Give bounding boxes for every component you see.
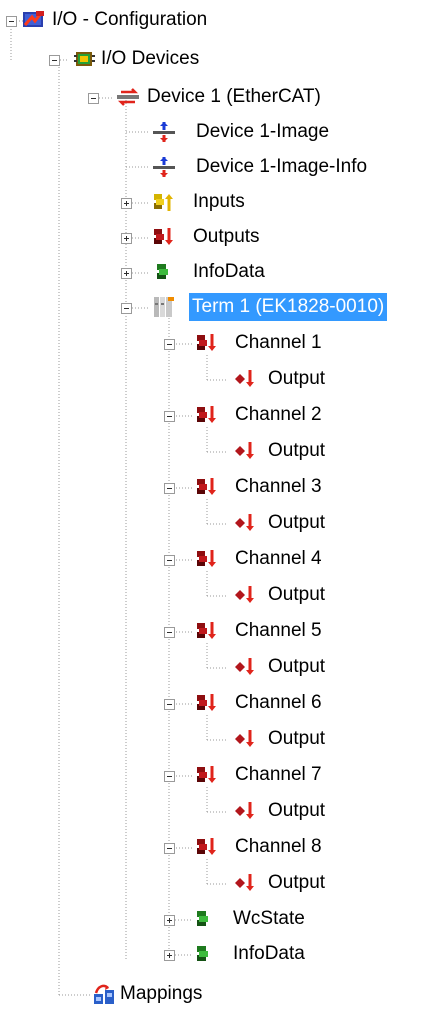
- io-configuration-icon: [22, 8, 46, 32]
- output-variable-icon: [233, 367, 257, 391]
- tree-item-label: Output: [268, 872, 326, 893]
- ethercat-device-icon: [116, 85, 140, 109]
- output-variable-icon: [233, 439, 257, 463]
- tree-item-label: Inputs: [193, 191, 245, 212]
- tree-item-label: Output: [268, 656, 326, 677]
- output-variable-icon: [233, 655, 257, 679]
- output-channel-icon: [195, 331, 219, 355]
- collapse-toggle[interactable]: [164, 627, 175, 638]
- tree-item-label: Output: [268, 368, 326, 389]
- output-variable-icon: [233, 871, 257, 895]
- expand-toggle[interactable]: [121, 268, 132, 279]
- collapse-toggle[interactable]: [6, 16, 17, 27]
- output-variable-icon: [233, 799, 257, 823]
- tree-item-label: Device 1-Image: [196, 121, 330, 142]
- io-configuration-tree: I/O - Configuration I/O Devices Device 1…: [0, 0, 426, 1010]
- tree-item-label: Output: [268, 440, 326, 461]
- collapse-toggle[interactable]: [164, 699, 175, 710]
- collapse-toggle[interactable]: [164, 339, 175, 350]
- output-variable-icon: [233, 583, 257, 607]
- collapse-toggle[interactable]: [88, 93, 99, 104]
- terminal-icon: [152, 295, 176, 319]
- output-channel-icon: [195, 691, 219, 715]
- output-variable-icon: [233, 727, 257, 751]
- output-channel-icon: [195, 403, 219, 427]
- mappings-icon: [92, 982, 116, 1006]
- expand-toggle[interactable]: [164, 915, 175, 926]
- infodata-icon: [152, 260, 176, 284]
- collapse-toggle[interactable]: [164, 411, 175, 422]
- inputs-icon: [152, 190, 176, 214]
- tree-item-label: Output: [268, 584, 326, 605]
- tree-item-label: Outputs: [193, 226, 260, 247]
- tree-item-label: Channel 3: [235, 476, 322, 497]
- tree-item-label: InfoData: [233, 943, 305, 964]
- tree-item-label: Channel 4: [235, 548, 322, 569]
- tree-item-label: InfoData: [193, 261, 265, 282]
- output-variable-icon: [233, 511, 257, 535]
- tree-item-label: Mappings: [120, 983, 203, 1004]
- process-image-icon: [152, 120, 176, 144]
- process-image-icon: [152, 155, 176, 179]
- output-channel-icon: [195, 763, 219, 787]
- output-channel-icon: [195, 619, 219, 643]
- output-channel-icon: [195, 547, 219, 571]
- tree-item-label: Term 1 (EK1828-0010): [189, 293, 388, 321]
- tree-item-label: Output: [268, 800, 326, 821]
- collapse-toggle[interactable]: [121, 303, 132, 314]
- tree-item-label: Device 1 (EtherCAT): [147, 86, 321, 107]
- infodata-icon: [192, 942, 216, 966]
- collapse-toggle[interactable]: [164, 843, 175, 854]
- tree-item-label: I/O Devices: [101, 48, 200, 69]
- tree-item-label: Device 1-Image-Info: [196, 156, 368, 177]
- tree-item-label: Channel 1: [235, 332, 322, 353]
- output-channel-icon: [195, 475, 219, 499]
- tree-item-label: Channel 2: [235, 404, 322, 425]
- collapse-toggle[interactable]: [164, 555, 175, 566]
- collapse-toggle[interactable]: [164, 483, 175, 494]
- outputs-icon: [152, 225, 176, 249]
- wcstate-icon: [192, 907, 216, 931]
- tree-item-label: Output: [268, 512, 326, 533]
- tree-item-label: Channel 8: [235, 836, 322, 857]
- tree-item-label: WcState: [233, 908, 305, 929]
- expand-toggle[interactable]: [121, 198, 132, 209]
- tree-item-label: Channel 7: [235, 764, 322, 785]
- tree-item-label: Channel 5: [235, 620, 322, 641]
- tree-item-label: Output: [268, 728, 326, 749]
- expand-toggle[interactable]: [164, 950, 175, 961]
- tree-item-label: I/O - Configuration: [52, 9, 208, 30]
- output-channel-icon: [195, 835, 219, 859]
- collapse-toggle[interactable]: [49, 55, 60, 66]
- io-devices-icon: [73, 47, 97, 71]
- expand-toggle[interactable]: [121, 233, 132, 244]
- collapse-toggle[interactable]: [164, 771, 175, 782]
- tree-item-label: Channel 6: [235, 692, 322, 713]
